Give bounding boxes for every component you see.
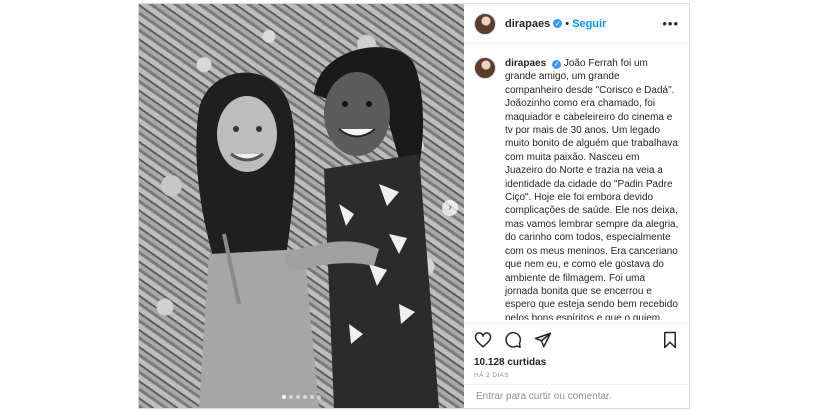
username-link[interactable]: dirapaes — [505, 18, 550, 30]
carousel-dot — [303, 395, 307, 399]
comment-bar — [464, 384, 689, 408]
heart-icon[interactable] — [474, 331, 492, 349]
share-icon[interactable] — [534, 331, 552, 349]
bookmark-icon[interactable] — [661, 331, 679, 349]
post-date[interactable]: HÁ 2 DIAS — [474, 372, 509, 379]
carousel-next-button[interactable]: › — [442, 200, 458, 216]
carousel-dot — [282, 395, 286, 399]
caption-username-link[interactable]: dirapaes — [505, 58, 546, 69]
caption-section: dirapaes ✓ João Ferrah foi um grande amig… — [464, 45, 689, 320]
caption-body: João Ferrah foi um grande amigo, um gran… — [505, 58, 679, 320]
follow-button[interactable]: Seguir — [572, 18, 606, 30]
caption-avatar[interactable] — [474, 57, 496, 79]
carousel-dot — [289, 395, 293, 399]
verified-badge-icon: ✓ — [552, 60, 562, 70]
caption-text: dirapaes ✓ João Ferrah foi um grande amig… — [505, 57, 679, 320]
more-options-icon[interactable]: ••• — [662, 16, 679, 31]
verified-badge-icon: ✓ — [553, 19, 563, 28]
carousel-indicator — [139, 395, 464, 399]
post-sidebar: dirapaes ✓ • Seguir ••• dirapaes ✓ João F… — [464, 4, 689, 408]
comment-input[interactable] — [474, 390, 668, 403]
carousel-dot — [296, 395, 300, 399]
instagram-post: › dirapaes ✓ • Seguir ••• dirapaes ✓ João… — [138, 3, 690, 409]
carousel-dot — [310, 395, 314, 399]
carousel-dot — [317, 395, 321, 399]
post-photo[interactable]: › — [139, 4, 464, 408]
avatar[interactable] — [474, 12, 496, 35]
comment-icon[interactable] — [504, 331, 522, 349]
post-header: dirapaes ✓ • Seguir ••• — [464, 4, 689, 44]
likes-count[interactable]: 10.128 curtidas — [474, 357, 546, 368]
photo-illustration — [196, 47, 439, 408]
separator-dot: • — [565, 17, 570, 30]
action-bar — [464, 323, 689, 349]
